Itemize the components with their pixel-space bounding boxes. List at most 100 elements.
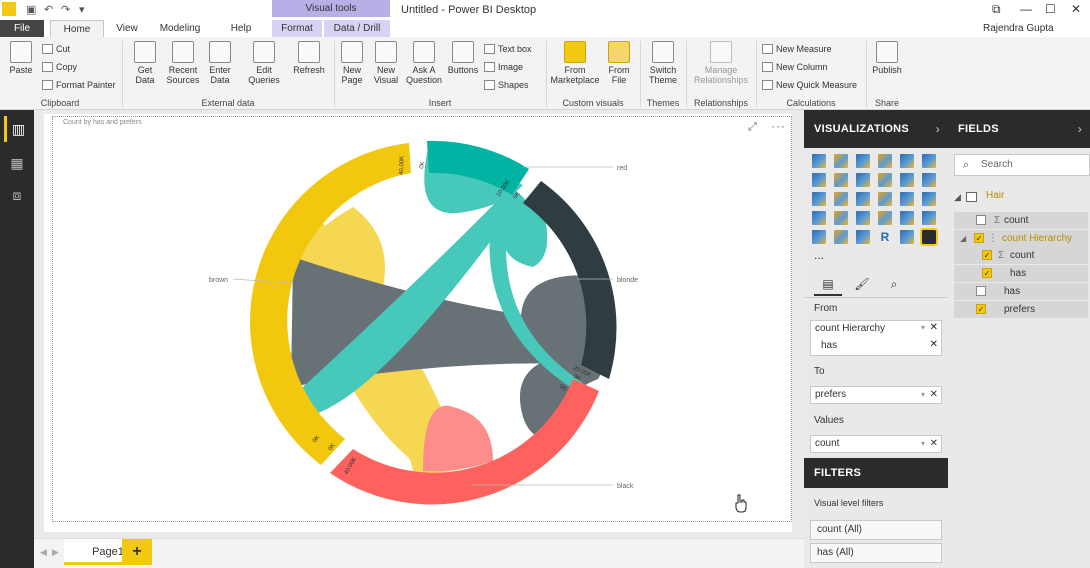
pie-icon[interactable] [856, 192, 870, 206]
ribbon-chart-icon[interactable] [922, 173, 936, 187]
tab-help[interactable]: Help [224, 20, 258, 37]
fields-search-input[interactable]: ⌕ Search [954, 154, 1090, 176]
image-button[interactable]: Image [484, 61, 523, 73]
checkbox[interactable] [976, 215, 986, 225]
chord-icon[interactable] [920, 228, 938, 246]
fields-header[interactable]: FIELDS › [948, 110, 1090, 148]
cut-button[interactable]: Cut [42, 43, 70, 55]
remove-field-icon[interactable]: ✕ [930, 436, 938, 452]
tab-data-drill[interactable]: Data / Drill [324, 20, 390, 37]
restore-icon[interactable]: ⧉ [992, 2, 1001, 17]
stacked-area-icon[interactable] [856, 173, 870, 187]
model-view-icon[interactable]: ⧈ [4, 182, 30, 208]
chord-visual[interactable]: Count by has and prefers ⤢ ··· red blond… [52, 116, 792, 522]
dropdown-icon[interactable]: ▾ [921, 323, 925, 332]
area-chart-icon[interactable] [834, 173, 848, 187]
card-icon[interactable] [878, 211, 892, 225]
close-icon[interactable]: ✕ [1071, 2, 1081, 16]
filter-count[interactable]: count (All) [810, 520, 942, 540]
minimize-icon[interactable]: — [1020, 2, 1032, 16]
clustered-column-icon[interactable] [878, 154, 892, 168]
more-visuals-icon[interactable]: ... [814, 248, 824, 262]
refresh-button[interactable]: Refresh [290, 39, 328, 75]
save-icon[interactable]: ▣ [26, 3, 36, 16]
maximize-icon[interactable]: ☐ [1045, 2, 1056, 16]
manage-relationships-button[interactable]: Manage Relationships [690, 39, 752, 85]
prev-page-icon[interactable]: ◀ [40, 547, 47, 558]
field-count-hierarchy[interactable]: ◢ ✓ ⋮ count Hierarchy [954, 230, 1088, 247]
dropdown-icon[interactable]: ▾ [921, 387, 925, 403]
new-quick-measure-button[interactable]: New Quick Measure [762, 79, 857, 91]
chevron-right-icon[interactable]: › [1078, 110, 1082, 148]
field-prefers[interactable]: ✓ prefers [954, 301, 1088, 318]
field-count-child[interactable]: ✓ Σ count [954, 247, 1088, 264]
r-visual-icon[interactable]: R [878, 230, 892, 244]
remove-field-icon[interactable]: ✕ [930, 322, 938, 333]
redo-icon[interactable]: ↷ [61, 3, 70, 16]
format-painter-button[interactable]: Format Painter [42, 79, 116, 91]
stacked-column-icon[interactable] [834, 154, 848, 168]
treemap-icon[interactable] [900, 192, 914, 206]
100-bar-icon[interactable] [900, 154, 914, 168]
line-chart-icon[interactable] [812, 173, 826, 187]
field-count[interactable]: Σ count [954, 212, 1088, 229]
switch-theme-button[interactable]: Switch Theme [644, 39, 682, 85]
tab-format[interactable]: Format [272, 20, 322, 37]
100-column-icon[interactable] [922, 154, 936, 168]
new-visual-button[interactable]: New Visual [370, 39, 402, 85]
kpi-icon[interactable] [922, 211, 936, 225]
clustered-bar-icon[interactable] [856, 154, 870, 168]
checkbox[interactable]: ✓ [982, 268, 992, 278]
paste-button[interactable]: Paste [6, 39, 36, 75]
quick-access-dropdown-icon[interactable]: ▾ [79, 3, 85, 16]
funnel-icon[interactable] [834, 211, 848, 225]
publish-button[interactable]: Publish [870, 39, 904, 75]
matrix-icon[interactable] [856, 230, 870, 244]
globe-icon[interactable] [900, 230, 914, 244]
report-view-icon[interactable]: ▥ [4, 116, 30, 142]
slicer-icon[interactable] [812, 230, 826, 244]
field-has-child[interactable]: ✓ has [954, 265, 1088, 282]
well-values[interactable]: count ▾ ✕ [810, 435, 942, 453]
analytics-icon[interactable]: ⌕ [880, 274, 908, 296]
tab-home[interactable]: Home [50, 20, 104, 37]
collapse-icon[interactable]: ◢ [954, 192, 961, 203]
visualizations-header[interactable]: VISUALIZATIONS › [804, 110, 948, 148]
line-column-icon[interactable] [878, 173, 892, 187]
data-view-icon[interactable]: ▦ [4, 150, 30, 176]
table-hair[interactable]: Hair [986, 190, 1004, 201]
remove-field-icon[interactable]: ✕ [930, 387, 938, 403]
undo-icon[interactable]: ↶ [44, 3, 53, 16]
tab-modeling[interactable]: Modeling [154, 20, 206, 37]
from-file-button[interactable]: From File [602, 39, 636, 85]
new-measure-button[interactable]: New Measure [762, 43, 832, 55]
filled-map-icon[interactable] [812, 211, 826, 225]
filters-header[interactable]: FILTERS [804, 458, 948, 488]
next-page-icon[interactable]: ▶ [52, 547, 59, 558]
map-icon[interactable] [922, 192, 936, 206]
shapes-button[interactable]: Shapes [484, 79, 529, 91]
table-icon[interactable] [834, 230, 848, 244]
filter-has[interactable]: has (All) [810, 543, 942, 563]
buttons-button[interactable]: Buttons [446, 39, 480, 75]
fields-tab-icon[interactable]: ▤ [814, 274, 842, 296]
enter-data-button[interactable]: Enter Data [204, 39, 236, 85]
well-from[interactable]: count Hierarchy ▾ ✕ has ✕ [810, 320, 942, 356]
format-paint-roller-icon[interactable]: 🖌 [848, 274, 876, 296]
gauge-icon[interactable] [856, 211, 870, 225]
add-page-button[interactable]: + [122, 539, 152, 565]
new-column-button[interactable]: New Column [762, 61, 828, 73]
get-data-button[interactable]: Get Data [128, 39, 162, 85]
recent-sources-button[interactable]: Recent Sources [164, 39, 202, 85]
from-marketplace-button[interactable]: From Marketplace [548, 39, 602, 85]
user-name[interactable]: Rajendra Gupta [983, 23, 1054, 34]
waterfall-icon[interactable] [812, 192, 826, 206]
checkbox[interactable]: ✓ [982, 250, 992, 260]
ask-question-button[interactable]: Ask A Question [404, 39, 444, 85]
copy-button[interactable]: Copy [42, 61, 77, 73]
checkbox[interactable]: ✓ [976, 304, 986, 314]
stacked-bar-icon[interactable] [812, 154, 826, 168]
expand-icon[interactable]: ◢ [960, 230, 966, 247]
donut-icon[interactable] [878, 192, 892, 206]
tab-view[interactable]: View [110, 20, 144, 37]
